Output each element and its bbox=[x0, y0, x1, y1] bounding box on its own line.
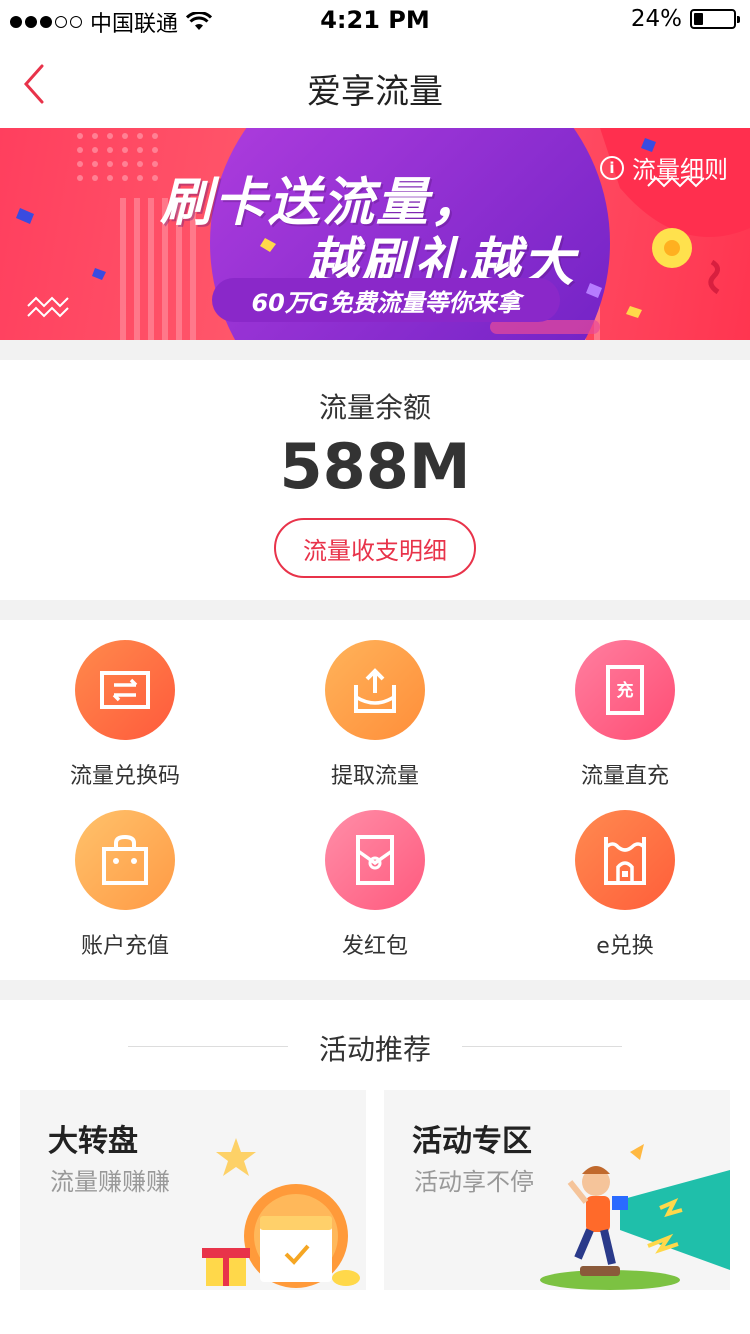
activity-card-zone[interactable]: 活动专区 活动享不停 bbox=[384, 1090, 730, 1290]
flow-rules-link[interactable]: i 流量细则 bbox=[600, 150, 728, 185]
recharge-glyph: 充 bbox=[617, 680, 634, 701]
service-extract-flow[interactable]: 提取流量 bbox=[250, 620, 500, 790]
balance-value: 588M bbox=[279, 430, 471, 503]
service-label: 提取流量 bbox=[330, 764, 419, 789]
card-subtitle: 流量赚赚赚 bbox=[50, 1168, 170, 1196]
battery-icon bbox=[690, 9, 740, 29]
megaphone-illustration bbox=[540, 1144, 730, 1290]
battery-percent: 24% bbox=[630, 6, 682, 32]
info-icon: i bbox=[600, 155, 624, 180]
service-label: 发红包 bbox=[341, 934, 408, 959]
service-label: 账户充值 bbox=[80, 934, 169, 959]
e-exchange-icon bbox=[575, 810, 675, 910]
card-title: 活动专区 bbox=[412, 1124, 532, 1159]
banner-tagline: 60万G免费流量等你来拿 bbox=[212, 278, 560, 322]
balance-section: 流量余额 588M 流量收支明细 bbox=[0, 360, 750, 600]
card-title: 大转盘 bbox=[48, 1124, 138, 1159]
divider-line bbox=[462, 1046, 622, 1047]
service-label: 流量直充 bbox=[580, 764, 669, 789]
status-right: 24% bbox=[630, 6, 740, 32]
service-direct-recharge[interactable]: 充 流量直充 bbox=[500, 620, 750, 790]
balance-label: 流量余额 bbox=[318, 391, 431, 424]
service-account-topup[interactable]: 账户充值 bbox=[0, 790, 250, 960]
shopping-bag-icon bbox=[75, 810, 175, 910]
nav-bar: 爱享流量 bbox=[0, 40, 750, 128]
lucky-wheel-illustration bbox=[202, 1138, 360, 1288]
page-title: 爱享流量 bbox=[307, 72, 443, 112]
card-subtitle: 活动享不停 bbox=[414, 1168, 534, 1196]
service-label: 流量兑换码 bbox=[69, 764, 180, 789]
page: 中国联通 4:21 PM 24% 爱享流量 刷卡送流量， 越刷礼越大 60万G免… bbox=[0, 0, 750, 1334]
status-bar: 中国联通 4:21 PM 24% bbox=[0, 0, 750, 40]
extract-icon bbox=[325, 640, 425, 740]
flow-rules-label: 流量细则 bbox=[632, 156, 728, 184]
service-label: e兑换 bbox=[596, 934, 654, 959]
direct-recharge-icon: 充 bbox=[575, 640, 675, 740]
activities-section: 活动推荐 大转盘 流量赚赚赚 活动专区 活动享不停 bbox=[0, 1000, 750, 1334]
activities-heading: 活动推荐 bbox=[318, 1033, 431, 1066]
flow-detail-button[interactable]: 流量收支明细 bbox=[274, 518, 476, 578]
service-grid: 流量兑换码 提取流量 充 流量直充 账户充值 发红包 e兑换 bbox=[0, 620, 750, 980]
red-envelope-icon bbox=[325, 810, 425, 910]
promo-banner[interactable]: 刷卡送流量， 越刷礼越大 60万G免费流量等你来拿 i 流量细则 bbox=[0, 128, 750, 340]
service-e-exchange[interactable]: e兑换 bbox=[500, 790, 750, 960]
activity-card-wheel[interactable]: 大转盘 流量赚赚赚 bbox=[20, 1090, 366, 1290]
service-red-envelope[interactable]: 发红包 bbox=[250, 790, 500, 960]
exchange-code-icon bbox=[75, 640, 175, 740]
service-exchange-code[interactable]: 流量兑换码 bbox=[0, 620, 250, 790]
